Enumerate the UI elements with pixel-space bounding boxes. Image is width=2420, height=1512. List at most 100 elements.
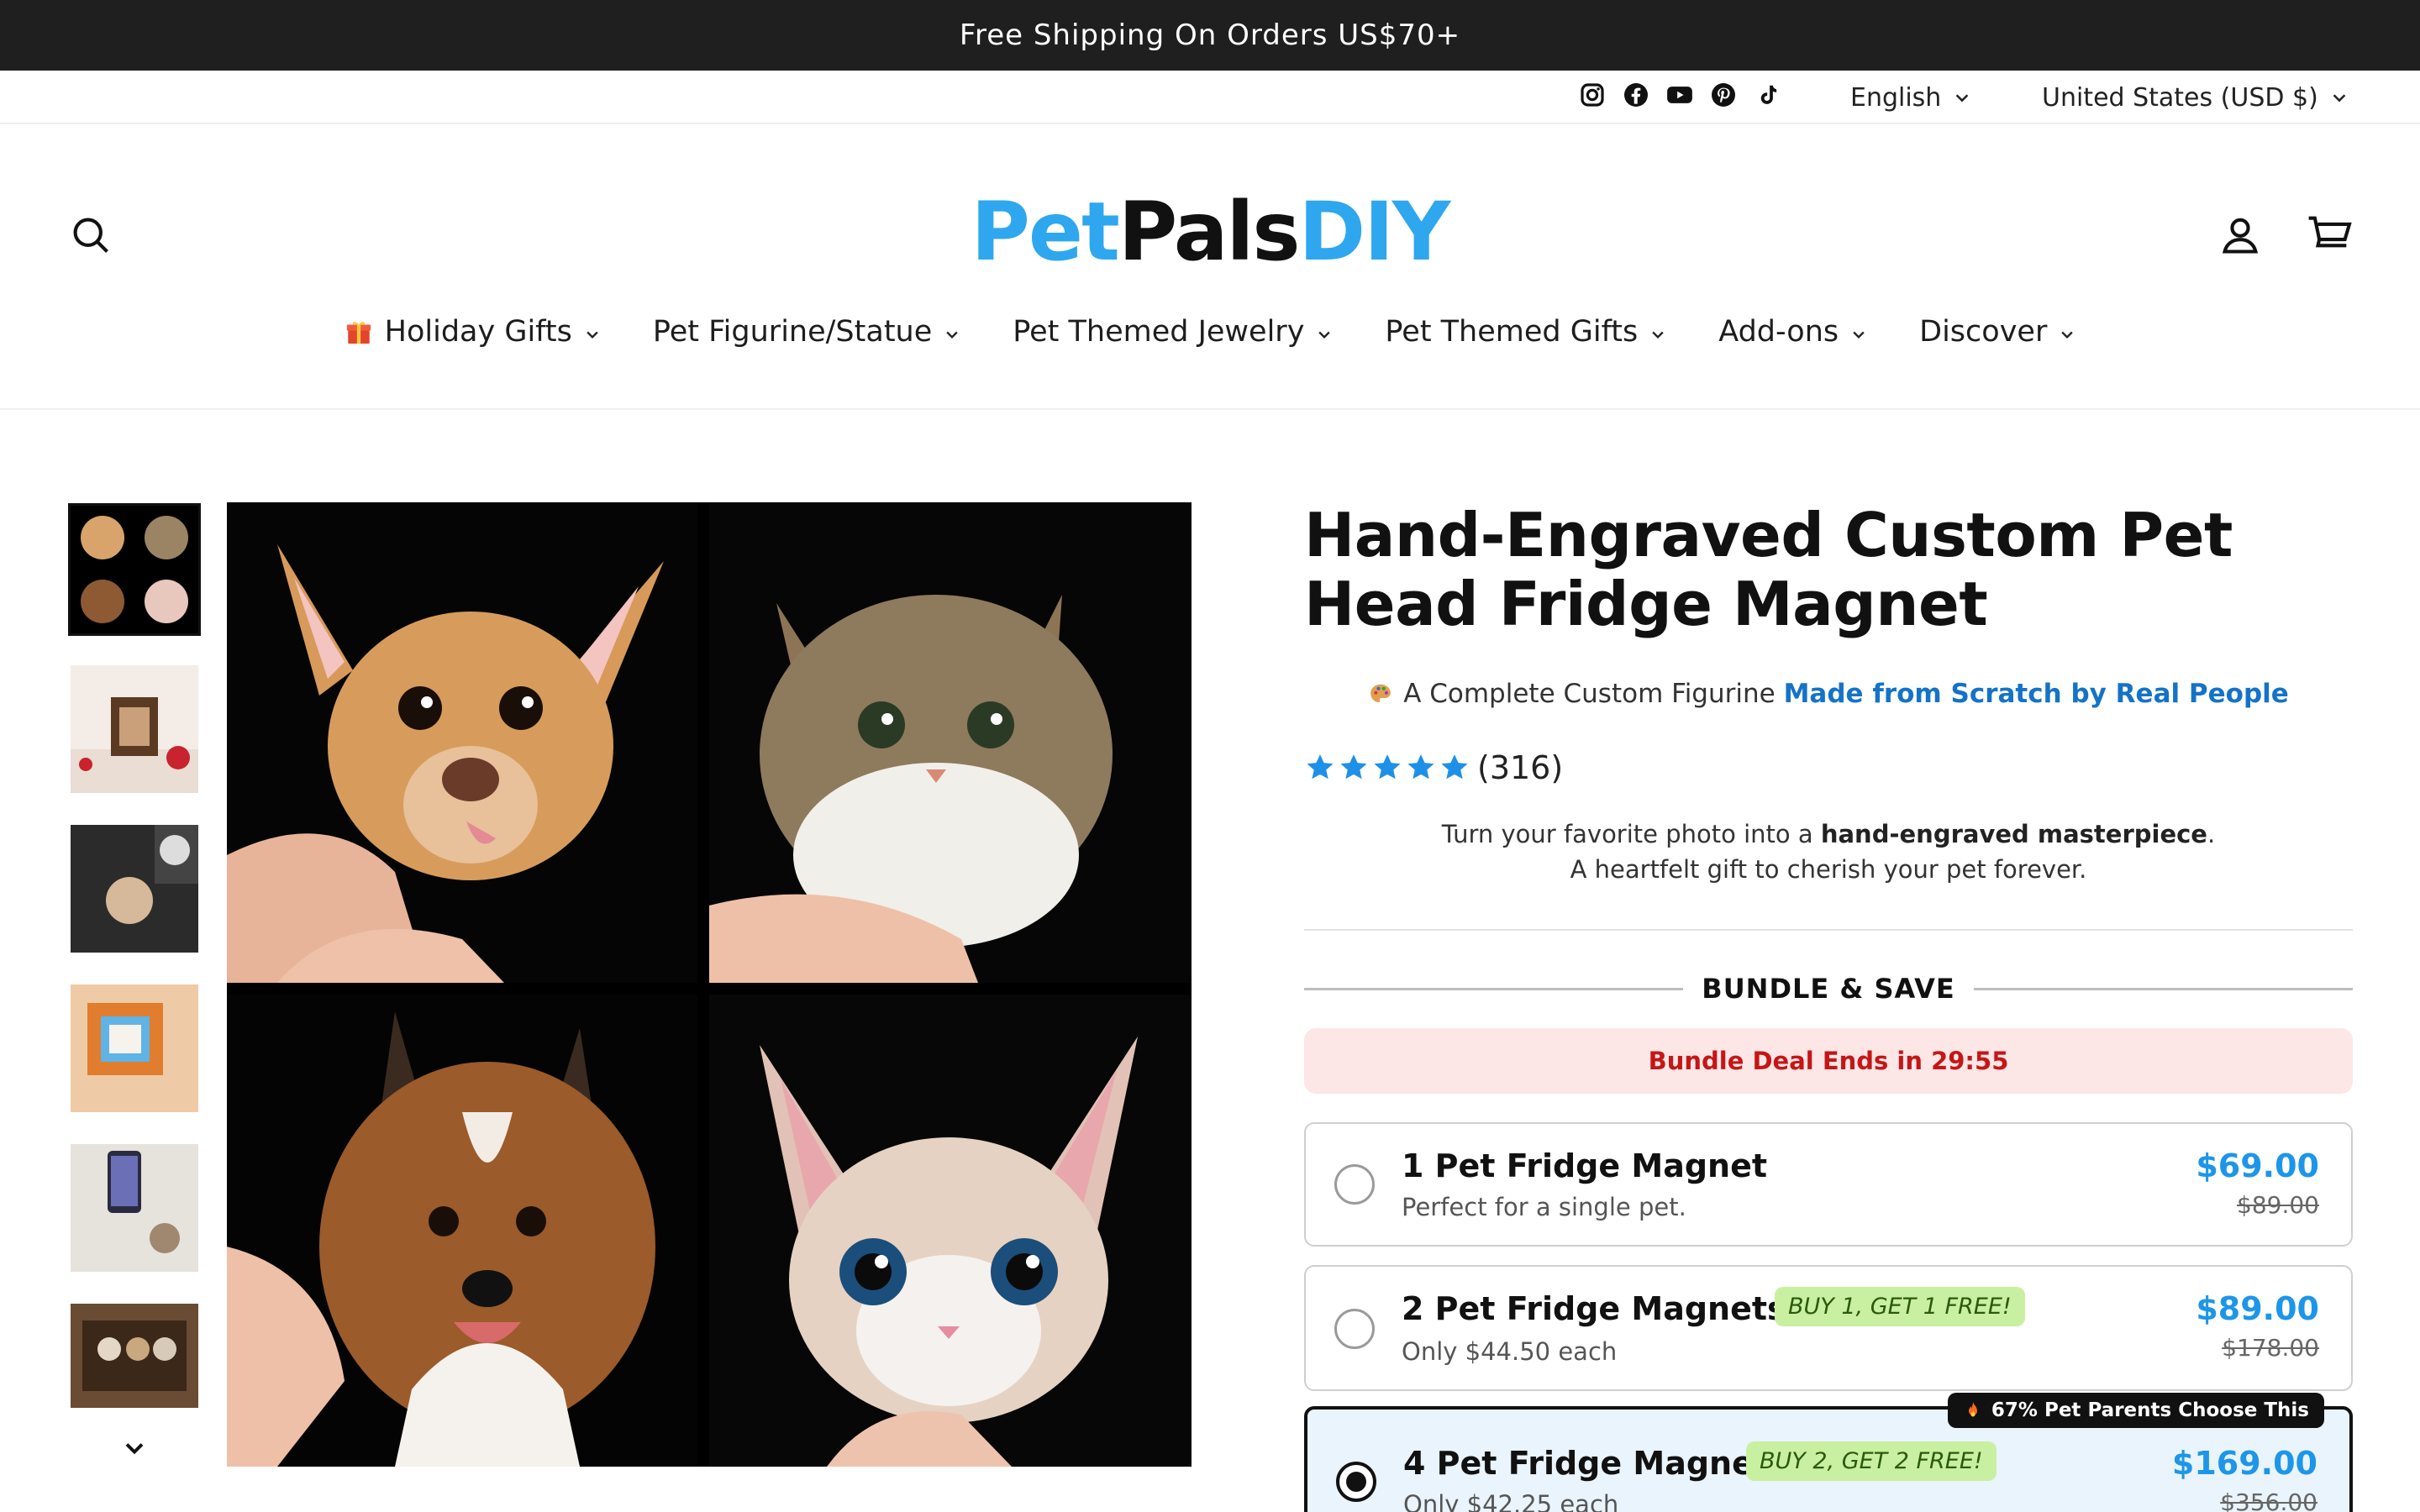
nav-label: Pet Figurine/Statue <box>652 315 933 349</box>
facebook-icon[interactable] <box>1622 81 1650 109</box>
tagline-highlight: Made from Scratch by Real People <box>1783 679 2289 709</box>
chevron-down-icon <box>1956 94 1969 102</box>
product-title: Hand-Engraved Custom Pet Head Fridge Mag… <box>1304 500 2233 639</box>
tagline-text: A Complete Custom Figurine <box>1403 679 1776 709</box>
chevron-down-icon <box>946 331 958 339</box>
language-selector[interactable]: English <box>1850 79 1971 116</box>
bundle-heading: BUNDLE & SAVE <box>1304 973 2354 1005</box>
option-price: $169.00 <box>2171 1445 2317 1482</box>
thumbnail-6[interactable] <box>71 1304 198 1408</box>
radio-button[interactable] <box>1334 1309 1375 1349</box>
option-subtitle: Only $42.25 each <box>1403 1490 1619 1512</box>
rating-count: (316) <box>1477 749 1564 786</box>
nav-label: Add-ons <box>1718 315 1839 349</box>
collie-photo <box>227 995 697 1467</box>
option-name: 2 Pet Fridge Magnets <box>1402 1290 1786 1327</box>
desc-line1-c: . <box>2207 820 2216 848</box>
site-header: PetPalsDIY Holiday Gifts Pet Figurine/St… <box>0 126 2420 410</box>
site-logo[interactable]: PetPalsDIY <box>0 185 2420 279</box>
currency-label: United States (USD $) <box>2042 82 2318 113</box>
bundle-option-1[interactable]: 1 Pet Fridge Magnet Perfect for a single… <box>1304 1122 2353 1247</box>
thumbnail-2[interactable] <box>71 665 198 793</box>
chevron-down-icon[interactable] <box>119 1433 150 1463</box>
social-links <box>1578 81 1781 109</box>
thumbnail-3[interactable] <box>71 825 198 953</box>
currency-selector[interactable]: United States (USD $) <box>2042 79 2349 116</box>
radio-button-selected[interactable] <box>1336 1462 1376 1502</box>
option-price: $69.00 <box>2196 1147 2319 1184</box>
fire-icon <box>1968 1402 1977 1417</box>
desc-line2: A heartfelt gift to cherish your pet for… <box>1570 855 2087 884</box>
bundle-timer: Bundle Deal Ends in 29:55 <box>1304 1028 2353 1094</box>
divider <box>1973 987 2354 990</box>
nav-label: Pet Themed Jewelry <box>1013 315 1305 349</box>
option-subtitle: Perfect for a single pet. <box>1402 1193 1686 1221</box>
divider <box>1304 929 2353 931</box>
account-icon[interactable] <box>2218 213 2262 257</box>
tiktok-icon[interactable] <box>1753 81 1781 109</box>
utility-bar: English United States (USD $) <box>0 71 2420 124</box>
chevron-down-icon <box>1318 331 1331 339</box>
option-name: 4 Pet Fridge Magnets <box>1403 1445 1788 1482</box>
nav-discover[interactable]: Discover <box>1919 315 2075 349</box>
logo-diy: DIY <box>1298 185 1451 279</box>
desc-line1-a: Turn your favorite photo into a <box>1441 820 1813 848</box>
option-compare-price: $356.00 <box>2220 1488 2317 1512</box>
chevron-down-icon <box>2333 94 2346 102</box>
nav-label: Discover <box>1919 315 2048 349</box>
cat-photo <box>709 502 1192 983</box>
option-compare-price: $89.00 <box>2237 1191 2319 1219</box>
thumbnail-5[interactable] <box>71 1144 198 1272</box>
thumbnail-1[interactable] <box>68 503 201 636</box>
nav-pet-figurine[interactable]: Pet Figurine/Statue <box>653 315 960 349</box>
chevron-down-icon <box>1652 331 1664 339</box>
popular-text: 67% Pet Parents Choose This <box>1991 1399 2309 1421</box>
nav-label: Holiday Gifts <box>384 315 572 349</box>
option-badge: BUY 1, GET 1 FREE! <box>1775 1287 2025 1326</box>
chihuahua-photo <box>227 502 697 983</box>
bundle-option-3[interactable]: 67% Pet Parents Choose This 4 Pet Fridge… <box>1304 1393 2353 1512</box>
logo-pet: Pet <box>971 185 1120 279</box>
popular-badge: 67% Pet Parents Choose This <box>1947 1393 2324 1428</box>
product-main-image[interactable] <box>227 502 1192 1467</box>
product-tagline: A Complete Custom Figurine Made from Scr… <box>1304 679 2353 709</box>
pinterest-icon[interactable] <box>1709 81 1738 109</box>
divider <box>1304 987 1684 990</box>
product-info: Hand-Engraved Custom Pet Head Fridge Mag… <box>1304 500 2354 1094</box>
announcement-text: Free Shipping On Orders US$70+ <box>959 18 1461 52</box>
star-icon <box>1441 754 1468 780</box>
gift-icon <box>346 322 371 344</box>
nav-add-ons[interactable]: Add-ons <box>1718 315 1867 349</box>
option-price: $89.00 <box>2196 1290 2319 1327</box>
cart-icon[interactable] <box>2306 210 2354 259</box>
option-name: 1 Pet Fridge Magnet <box>1402 1147 1768 1184</box>
chevron-down-icon <box>1853 331 1865 339</box>
option-badge: BUY 2, GET 2 FREE! <box>1746 1441 1996 1481</box>
bundle-heading-text: BUNDLE & SAVE <box>1702 973 1955 1005</box>
youtube-icon[interactable] <box>1665 81 1694 109</box>
rating-stars <box>1304 752 1470 784</box>
nav-pet-jewelry[interactable]: Pet Themed Jewelry <box>1013 315 1333 349</box>
logo-pals: Pals <box>1118 185 1301 279</box>
instagram-icon[interactable] <box>1578 81 1607 109</box>
product-thumbnails <box>68 503 201 1440</box>
main-navigation: Holiday Gifts Pet Figurine/Statue Pet Th… <box>0 315 2420 349</box>
star-icon <box>1407 754 1434 780</box>
product-rating[interactable]: (316) <box>1304 749 2353 786</box>
bundle-option-2[interactable]: 2 Pet Fridge Magnets BUY 1, GET 1 FREE! … <box>1304 1265 2353 1391</box>
star-icon <box>1374 754 1401 780</box>
radio-button[interactable] <box>1334 1164 1375 1205</box>
product-description: Turn your favorite photo into a hand-eng… <box>1304 816 2353 887</box>
nav-holiday-gifts[interactable]: Holiday Gifts <box>345 315 601 349</box>
nav-pet-gifts[interactable]: Pet Themed Gifts <box>1385 315 1666 349</box>
sphynx-photo <box>709 995 1192 1467</box>
star-icon <box>1307 754 1334 780</box>
option-compare-price: $178.00 <box>2222 1334 2319 1362</box>
language-label: English <box>1850 82 1942 113</box>
option-subtitle: Only $44.50 each <box>1402 1337 1618 1366</box>
thumbnail-4[interactable] <box>71 984 198 1112</box>
nav-label: Pet Themed Gifts <box>1385 315 1639 349</box>
chevron-down-icon <box>2061 331 2073 339</box>
announcement-bar: Free Shipping On Orders US$70+ <box>0 0 2420 71</box>
star-icon <box>1340 754 1367 780</box>
